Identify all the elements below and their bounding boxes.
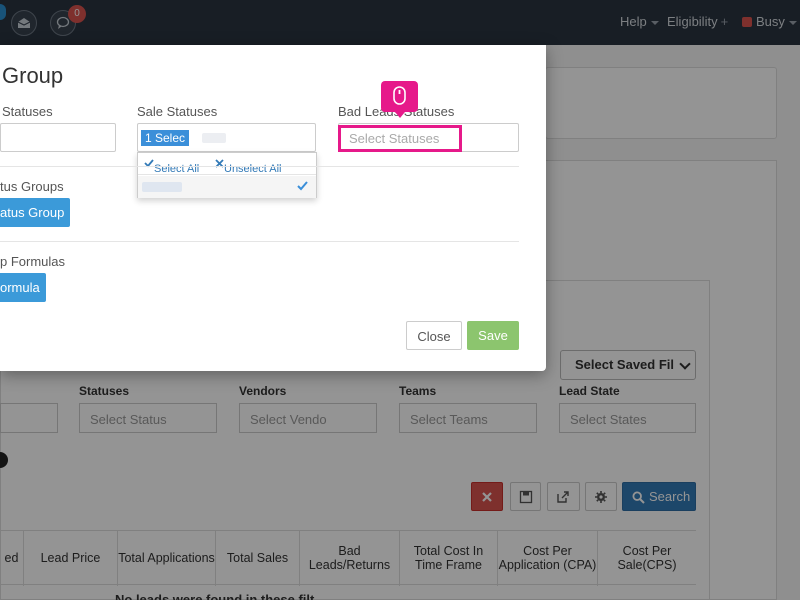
sale-statuses-select[interactable]: 1 Selec	[137, 123, 316, 152]
redacted-text	[142, 182, 182, 192]
mouse-pointer-badge	[381, 81, 418, 118]
unselect-all-link[interactable]: Unselect All	[215, 158, 281, 175]
formulas-label: p Formulas	[0, 254, 66, 269]
add-formula-button[interactable]: ormula	[0, 273, 46, 302]
unselect-all-label: Unselect All	[224, 163, 282, 175]
click-highlight-box	[338, 125, 462, 152]
group-modal: Group Statuses Sale Statuses 1 Selec Bad…	[0, 45, 546, 371]
select-all-label: Select All	[154, 163, 200, 175]
statuses-label: Statuses	[2, 104, 53, 119]
formula-button-label: ormula	[0, 280, 40, 295]
redacted-text	[202, 133, 226, 143]
add-status-group-button[interactable]: atus Group	[0, 198, 70, 227]
select-all-link[interactable]: Select All	[144, 158, 199, 175]
dropdown-actions: Select All Unselect All	[138, 153, 316, 175]
check-icon	[297, 181, 308, 191]
divider	[0, 241, 519, 242]
modal-title: Group	[2, 63, 64, 88]
sale-statuses-label: Sale Statuses	[137, 104, 218, 119]
sale-statuses-dropdown: Select All Unselect All	[137, 152, 317, 198]
close-button[interactable]: Close	[406, 321, 462, 350]
mouse-icon	[393, 86, 406, 105]
status-groups-label: tus Groups	[0, 179, 64, 194]
selected-chip: 1 Selec	[141, 130, 190, 146]
status-group-button-label: atus Group	[0, 205, 65, 220]
dropdown-option[interactable]	[138, 176, 316, 198]
statuses-select[interactable]	[0, 123, 116, 152]
save-button[interactable]: Save	[467, 321, 519, 350]
divider	[0, 166, 519, 167]
